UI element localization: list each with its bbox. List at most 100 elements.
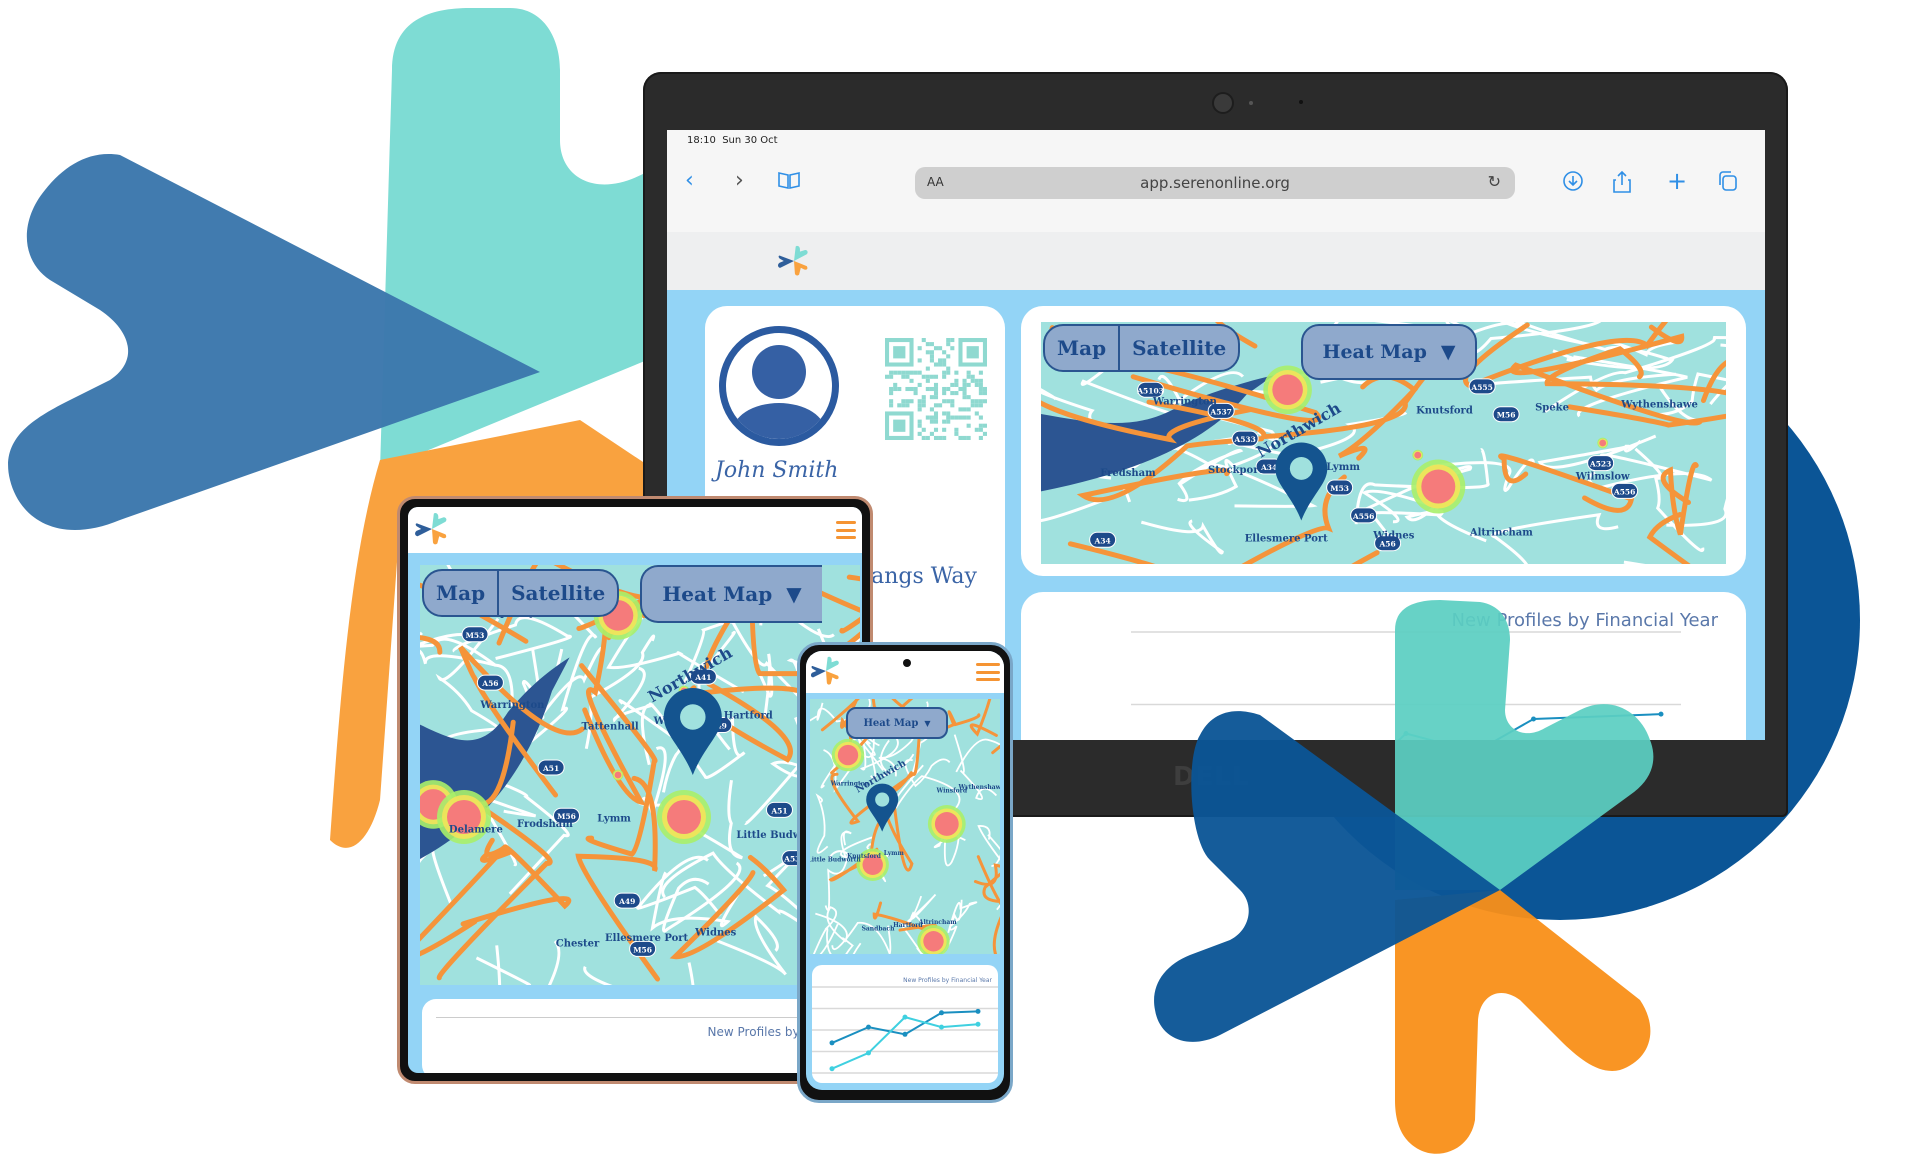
place-label: Sandbach: [862, 926, 896, 933]
heat-spot: [612, 769, 624, 781]
place-label: Wilmslow: [1575, 471, 1630, 482]
phone-device: Warrington Lymm Altrincham Wythenshawe Knuts…: [797, 642, 1013, 1103]
minor-road: [583, 962, 695, 985]
place-label: Speke: [1535, 403, 1569, 414]
road-label: M53: [1330, 484, 1349, 493]
minor-road: [815, 793, 829, 854]
road-label: M53: [466, 631, 485, 640]
place-label: Warrington: [479, 700, 545, 711]
webcam: [1214, 94, 1232, 112]
heat-spot: [1411, 459, 1466, 514]
layer-select[interactable]: Heat Map ▼: [1301, 324, 1477, 380]
tabs-overview-icon[interactable]: [1717, 170, 1739, 197]
address-bar[interactable]: AA app.serenonline.org ↻: [915, 167, 1515, 199]
road-label: A537: [1209, 407, 1231, 416]
data-point: [829, 1040, 835, 1046]
download-icon[interactable]: [1562, 170, 1584, 197]
heat-spot: [437, 790, 491, 844]
layer-select[interactable]: Heat Map ▼: [846, 707, 948, 739]
major-road: [1351, 550, 1380, 564]
data-point: [975, 1008, 981, 1014]
road-shield: A555: [1468, 378, 1496, 395]
data-point: [902, 1014, 908, 1020]
data-point: [866, 1050, 871, 1056]
heat-spot: [831, 738, 865, 772]
chart-title: New Profiles by Financial Year: [903, 977, 992, 984]
data-point: [975, 1021, 981, 1027]
road-label: A5103: [1136, 386, 1164, 395]
road-shield: A34: [1089, 531, 1117, 548]
profile-address: gangs Way: [857, 564, 977, 589]
place-label: Chester: [556, 938, 600, 949]
minor-road: [1623, 560, 1646, 564]
road-shield: A5103: [1136, 381, 1165, 398]
series-line: [1494, 713, 1662, 740]
map-option-button[interactable]: Map: [1045, 326, 1118, 370]
road-label: A51: [770, 806, 787, 815]
road-shield: M53: [1326, 479, 1354, 496]
forward-icon[interactable]: ›: [735, 170, 744, 192]
share-icon[interactable]: [1612, 170, 1632, 199]
bookmarks-icon[interactable]: [777, 170, 801, 196]
new-tab-icon[interactable]: +: [1667, 169, 1687, 193]
chart-title: New Profiles by Financial Year: [1451, 610, 1718, 631]
road-shield: A51: [765, 801, 793, 818]
road-label: A523: [1589, 460, 1611, 469]
reload-icon[interactable]: ↻: [1488, 172, 1501, 191]
location-pin-icon: [1275, 442, 1328, 521]
browser-toolbar: ‹ › AA app.serenonline.org ↻ +: [667, 152, 1765, 232]
menu-icon[interactable]: [836, 521, 856, 539]
layer-select-value: Heat Map: [1322, 341, 1427, 363]
road-label: A51: [542, 764, 559, 773]
road-shield: A56: [476, 674, 504, 691]
tablet-screen: A56M56M56A49A533M53A51A49A41A51Warringto…: [408, 507, 862, 1073]
avatar-icon[interactable]: [719, 326, 839, 446]
place-label: Hartford: [724, 711, 773, 722]
menu-icon[interactable]: [976, 663, 1000, 681]
app-logo[interactable]: [810, 655, 842, 687]
status-bar: 18:10 Sun 30 Oct: [667, 130, 1765, 152]
app-header: [667, 232, 1765, 296]
qr-code[interactable]: [885, 338, 987, 440]
heat-spot: [927, 805, 966, 843]
road-shield: A556: [1350, 507, 1378, 524]
laptop-brand-logo: DELL: [1173, 762, 1250, 792]
data-point: [1403, 731, 1409, 736]
road-shield: A556: [1611, 482, 1639, 499]
map-view[interactable]: A56M56M56A49A533M53A51A49A41A51Warringto…: [420, 565, 860, 985]
minor-road: [716, 914, 787, 976]
satellite-option-button[interactable]: Satellite: [497, 571, 617, 615]
place-label: Hartford: [893, 922, 923, 929]
place-label: Altrincham: [1469, 527, 1533, 538]
satellite-option-button[interactable]: Satellite: [1118, 326, 1238, 370]
map-option-button[interactable]: Map: [424, 571, 497, 615]
back-icon[interactable]: ‹: [685, 170, 694, 192]
data-point: [829, 1066, 835, 1072]
place-label: Little Budworth: [810, 856, 861, 863]
place-label: Wythenshawe: [1620, 399, 1698, 410]
road-label: A555: [1470, 383, 1492, 392]
place-label: Delamere: [449, 825, 503, 836]
chevron-down-icon: ▼: [786, 582, 802, 606]
chevron-down-icon: ▼: [1440, 341, 1456, 363]
map-type-toggle: Map Satellite: [422, 569, 620, 617]
place-label: Warrington: [1152, 396, 1218, 407]
place-label: Frodsham: [517, 819, 573, 830]
app-logo[interactable]: [777, 244, 811, 278]
place-label: Ellesmere Port: [1245, 534, 1328, 545]
status-date: Sun 30 Oct: [722, 135, 778, 146]
map-card: A5103A34A56M56A556A49A533A556A555A523A34…: [1021, 306, 1746, 576]
location-pin-icon: [866, 783, 899, 832]
layer-select[interactable]: Heat Map ▼: [640, 565, 822, 623]
app-logo[interactable]: [414, 511, 450, 547]
map-type-toggle: Map Satellite: [1043, 324, 1241, 372]
road-label: A34: [1094, 536, 1111, 545]
chart-card: New Profiles by Financial: [422, 999, 862, 1073]
series-line: [831, 1015, 979, 1070]
status-time: 18:10: [687, 135, 716, 146]
place-label: Lymm: [1326, 462, 1360, 473]
road-shield: A523: [1587, 455, 1615, 472]
data-point: [939, 1024, 944, 1030]
road-label: M56: [1497, 411, 1516, 420]
road-shield: M56: [1492, 406, 1520, 423]
